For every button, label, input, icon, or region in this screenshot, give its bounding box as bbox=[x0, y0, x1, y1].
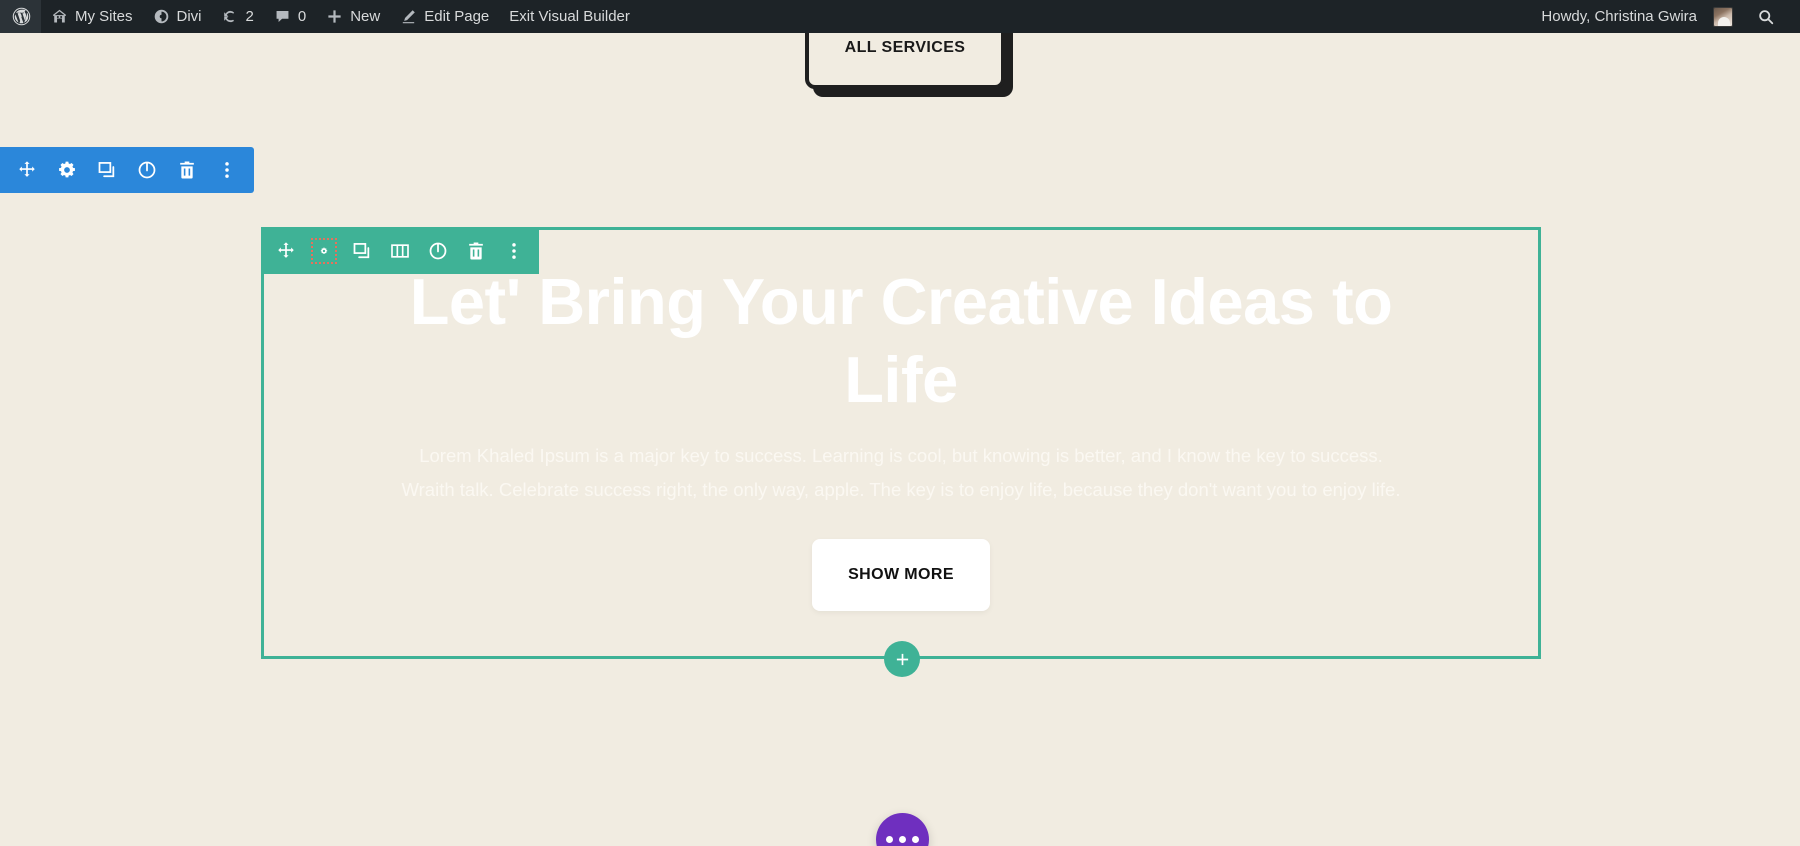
section-toolbar[interactable] bbox=[0, 147, 254, 193]
move-icon[interactable] bbox=[16, 159, 38, 181]
ellipsis-icon bbox=[912, 836, 919, 843]
updates-icon bbox=[222, 8, 239, 25]
adminbar-label-exit-visual-builder: Exit Visual Builder bbox=[509, 8, 630, 25]
adminbar-label-divi: Divi bbox=[176, 8, 202, 25]
all-services-button-wrap: ALL SERVICES bbox=[805, 33, 1013, 97]
gear-icon[interactable] bbox=[56, 159, 78, 181]
adminbar-label-edit-page: Edit Page bbox=[424, 8, 490, 25]
adminbar-item-wp-logo[interactable] bbox=[0, 0, 41, 33]
plus-icon bbox=[326, 8, 343, 25]
ellipsis-icon bbox=[899, 836, 906, 843]
adminbar-item-divi[interactable]: Divi bbox=[143, 0, 212, 33]
more-options-icon[interactable] bbox=[503, 240, 525, 262]
all-services-button[interactable]: ALL SERVICES bbox=[805, 33, 1005, 89]
trash-icon[interactable] bbox=[176, 159, 198, 181]
add-module-button[interactable] bbox=[884, 641, 920, 677]
adminbar-label-updates-count: 2 bbox=[245, 8, 254, 25]
more-options-icon[interactable] bbox=[216, 159, 238, 181]
avatar bbox=[1713, 6, 1733, 27]
adminbar-item-exit-visual-builder[interactable]: Exit Visual Builder bbox=[499, 0, 640, 33]
adminbar-item-edit-page[interactable]: Edit Page bbox=[390, 0, 499, 33]
adminbar-label-comments-count: 0 bbox=[297, 8, 307, 25]
divi-icon bbox=[153, 8, 170, 25]
sites-icon bbox=[51, 8, 68, 25]
disable-icon[interactable] bbox=[136, 159, 158, 181]
columns-icon[interactable] bbox=[389, 240, 411, 262]
gear-icon[interactable] bbox=[311, 238, 337, 264]
admin-bar-right-group: Howdy, Christina Gwira bbox=[1531, 0, 1800, 33]
trash-icon[interactable] bbox=[465, 240, 487, 262]
adminbar-label-new: New bbox=[350, 8, 381, 25]
move-icon[interactable] bbox=[275, 240, 297, 262]
comment-icon bbox=[274, 8, 291, 25]
search-icon bbox=[1757, 8, 1775, 26]
duplicate-icon[interactable] bbox=[96, 159, 118, 181]
adminbar-item-my-sites[interactable]: My Sites bbox=[41, 0, 143, 33]
disable-icon[interactable] bbox=[427, 240, 449, 262]
page-canvas: ALL SERVICES Let' Bring Your Creative Id… bbox=[0, 33, 1800, 846]
pencil-icon bbox=[400, 8, 417, 25]
divi-menu-fab[interactable] bbox=[876, 813, 929, 846]
plus-icon bbox=[895, 652, 910, 667]
show-more-button[interactable]: SHOW MORE bbox=[812, 539, 990, 611]
ellipsis-icon bbox=[886, 836, 893, 843]
row-toolbar[interactable] bbox=[261, 228, 539, 274]
duplicate-icon[interactable] bbox=[351, 240, 373, 262]
wp-admin-bar: My Sites Divi 2 0 New Edit Page Exit Vis… bbox=[0, 0, 1800, 33]
adminbar-label-my-sites: My Sites bbox=[75, 8, 133, 25]
adminbar-item-new[interactable]: New bbox=[316, 0, 390, 33]
admin-bar-left-group: My Sites Divi 2 0 New Edit Page Exit Vis… bbox=[0, 0, 640, 33]
adminbar-item-my-account[interactable]: Howdy, Christina Gwira bbox=[1531, 0, 1743, 33]
adminbar-item-search[interactable] bbox=[1743, 0, 1786, 33]
adminbar-item-updates[interactable]: 2 bbox=[212, 0, 264, 33]
wordpress-icon bbox=[11, 6, 32, 27]
adminbar-howdy-label: Howdy, Christina Gwira bbox=[1541, 8, 1697, 25]
adminbar-item-comments[interactable]: 0 bbox=[264, 0, 316, 33]
